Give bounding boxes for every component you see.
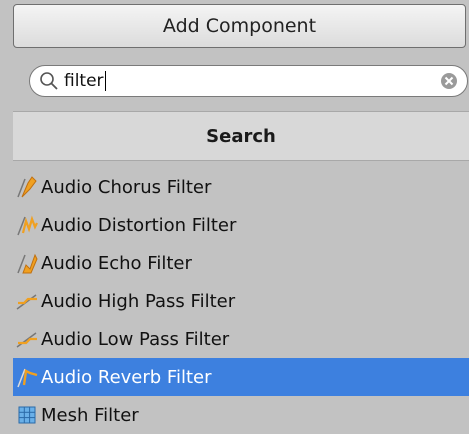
list-item-label: Audio Low Pass Filter	[41, 328, 230, 350]
audio-echo-filter-icon	[17, 253, 38, 274]
list-item-audio-chorus-filter[interactable]: Audio Chorus Filter	[13, 168, 469, 206]
mesh-filter-icon	[18, 406, 36, 424]
audio-low-pass-filter-icon	[16, 332, 37, 348]
clear-search-icon[interactable]	[439, 71, 459, 91]
search-input-value: filter	[64, 71, 104, 91]
search-icon	[40, 72, 58, 90]
list-item-audio-reverb-filter[interactable]: Audio Reverb Filter	[13, 358, 469, 396]
list-item-label: Audio Distortion Filter	[41, 214, 237, 236]
list-item-label: Mesh Filter	[41, 404, 139, 426]
add-component-panel: Add Component filter Search Audio Chorus…	[0, 0, 469, 434]
list-item-audio-echo-filter[interactable]: Audio Echo Filter	[13, 244, 469, 282]
audio-reverb-filter-icon	[17, 368, 38, 388]
list-item-audio-low-pass-filter[interactable]: Audio Low Pass Filter	[13, 320, 469, 358]
list-item-mesh-filter[interactable]: Mesh Filter	[13, 396, 469, 434]
add-component-button[interactable]: Add Component	[13, 4, 466, 48]
list-item-audio-high-pass-filter[interactable]: Audio High Pass Filter	[13, 282, 469, 320]
list-item-audio-distortion-filter[interactable]: Audio Distortion Filter	[13, 206, 469, 244]
text-caret	[104, 71, 106, 91]
add-component-label: Add Component	[162, 15, 317, 37]
audio-chorus-filter-icon	[17, 176, 37, 198]
list-item-label: Audio Echo Filter	[41, 252, 192, 274]
search-section-header: Search	[13, 111, 469, 161]
audio-high-pass-filter-icon	[16, 294, 37, 310]
component-list: Audio Chorus Filter Audio Distortion Fil…	[13, 168, 469, 434]
search-bar: filter	[13, 55, 469, 107]
list-item-label: Audio Reverb Filter	[41, 366, 212, 388]
list-item-label: Audio Chorus Filter	[41, 176, 212, 198]
search-input[interactable]: filter	[29, 65, 468, 97]
audio-distortion-filter-icon	[17, 215, 38, 236]
list-item-label: Audio High Pass Filter	[41, 290, 236, 312]
section-title: Search	[206, 125, 276, 147]
